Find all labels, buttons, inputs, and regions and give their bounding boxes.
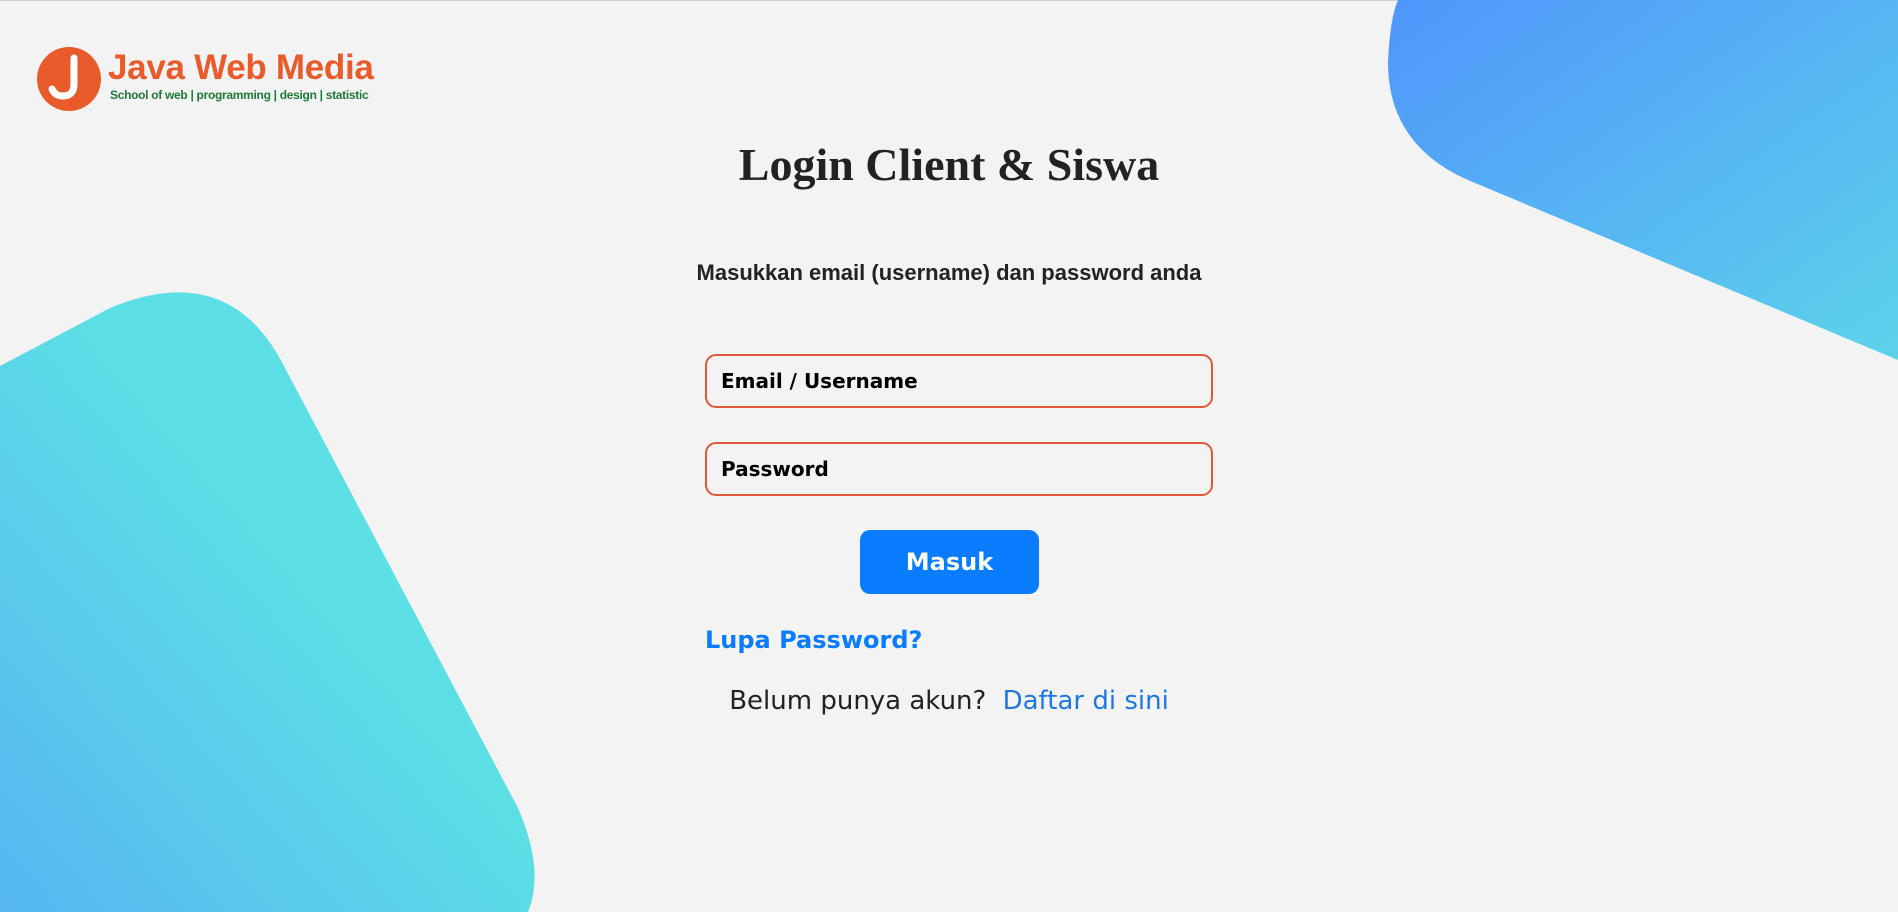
brand-tagline: School of web | programming | design | s…	[110, 88, 369, 102]
j-circle-logo-icon	[37, 47, 101, 111]
top-border	[0, 0, 1898, 1]
brand-name: Java Web Media	[108, 48, 374, 87]
login-instruction: Masukkan email (username) dan password a…	[696, 260, 1202, 285]
bottom-left-blob	[0, 292, 535, 912]
email-username-field[interactable]	[705, 354, 1213, 408]
brand-logo[interactable]: Java Web Media School of web | programmi…	[36, 46, 396, 112]
password-field[interactable]	[705, 442, 1213, 496]
page-title: Login Client & Siswa	[738, 139, 1160, 190]
signup-prompt: Belum punya akun?	[729, 686, 987, 716]
login-submit-button[interactable]: Masuk	[860, 530, 1039, 594]
forgot-password-link[interactable]: Lupa Password?	[705, 626, 922, 654]
signup-row: Belum punya akun? Daftar di sini	[0, 686, 1898, 716]
register-link[interactable]: Daftar di sini	[1003, 686, 1169, 716]
